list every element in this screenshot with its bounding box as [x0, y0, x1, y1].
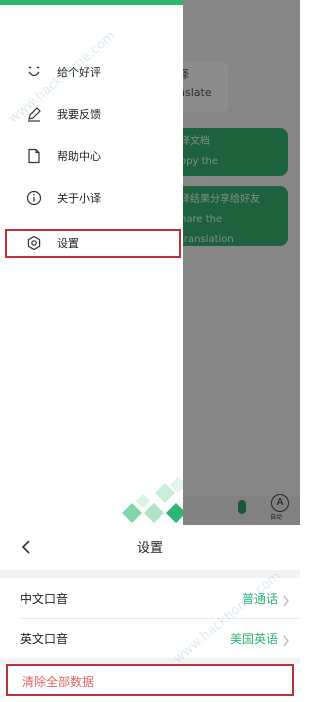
chinese-accent-row[interactable]: 中文口音 普通话 — [0, 578, 300, 618]
edit-icon — [25, 105, 43, 123]
menu-item-about[interactable]: 关于小译 — [0, 180, 183, 216]
menu-item-label: 关于小译 — [57, 192, 101, 205]
settings-highlight — [5, 229, 181, 258]
row-value: 美国英语 — [229, 632, 278, 646]
chevron-right-icon — [282, 592, 290, 607]
document-icon — [25, 147, 43, 165]
smile-icon — [25, 63, 43, 81]
clear-all-data-label: 清除全部数据 — [22, 675, 95, 689]
menu-item-label: 给个好评 — [57, 66, 101, 79]
side-drawer: 给个好评 我要反馈 帮助中心 关于小译 设置 — [0, 0, 183, 525]
clear-all-data-button[interactable]: 清除全部数据 — [6, 664, 294, 696]
row-value: 普通话 — [241, 592, 278, 606]
drawer-accent-bar — [0, 0, 183, 5]
menu-item-help[interactable]: 帮助中心 — [0, 138, 183, 174]
section-gap — [0, 570, 300, 578]
info-icon — [25, 189, 43, 207]
drawer-screen: 译 nslate 译文档 opy the translation. 译结果分享给… — [0, 0, 300, 525]
nav-bar: 设置 — [0, 525, 300, 570]
menu-item-label: 我要反馈 — [57, 108, 101, 121]
row-label: 中文口音 — [20, 592, 69, 606]
menu-item-feedback[interactable]: 我要反馈 — [0, 96, 183, 132]
menu-item-rate[interactable]: 给个好评 — [0, 54, 183, 90]
settings-screen: 设置 中文口音 普通话 英文口音 美国英语 清除全部数据 — [0, 525, 300, 702]
chevron-right-icon — [282, 632, 290, 647]
menu-item-label: 帮助中心 — [57, 150, 101, 163]
decorative-diamonds — [122, 477, 183, 523]
page-title: 设置 — [136, 541, 163, 556]
english-accent-row[interactable]: 英文口音 美国英语 — [0, 618, 300, 658]
row-label: 英文口音 — [20, 632, 69, 646]
